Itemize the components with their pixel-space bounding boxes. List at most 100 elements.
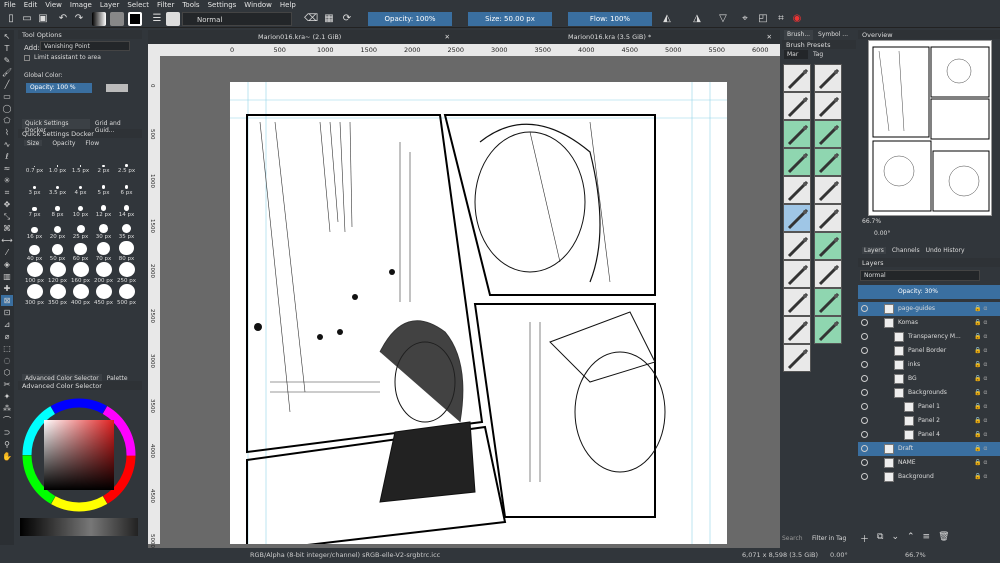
polyline-tool-icon[interactable]: ⌇	[1, 127, 13, 138]
tab-quick-settings[interactable]: Quick Settings Docker	[22, 119, 90, 134]
visibility-eye-icon[interactable]	[861, 445, 868, 452]
brush-size-preset[interactable]: 50 px	[47, 240, 68, 262]
brush-preset-tile[interactable]	[783, 92, 811, 120]
redo-icon[interactable]: ↷	[72, 12, 86, 26]
eraser-mode-icon[interactable]: ⌫	[304, 12, 318, 26]
overview-thumbnail[interactable]	[868, 40, 992, 216]
menu-item-file[interactable]: File	[4, 1, 16, 9]
tab-undo-history[interactable]: Undo History	[926, 247, 965, 254]
brush-size-preset[interactable]: 350 px	[47, 284, 68, 306]
gradient-tool-icon[interactable]: ▥	[1, 271, 13, 282]
gradient-swatch[interactable]	[92, 12, 106, 26]
brush-size-preset[interactable]: 2 px	[93, 152, 114, 174]
brush-size-preset[interactable]: 30 px	[93, 218, 114, 240]
freehand-select-icon[interactable]: ✂	[1, 379, 13, 390]
menu-item-view[interactable]: View	[45, 1, 62, 9]
brush-size-preset[interactable]: 14 px	[116, 196, 137, 218]
rectangle-tool-icon[interactable]: ▭	[1, 91, 13, 102]
opacity-slider[interactable]: Opacity: 100%	[368, 12, 452, 26]
mirror-vertical-icon[interactable]: ◮	[690, 12, 704, 26]
layer-row[interactable]: Panel Border 🔒 α	[858, 344, 1000, 358]
visibility-eye-icon[interactable]	[861, 403, 868, 410]
select-shapes-icon[interactable]: ↖	[1, 31, 13, 42]
brush-search-input[interactable]: Search	[782, 535, 803, 542]
menu-item-tools[interactable]: Tools	[182, 1, 199, 9]
color-swatch-icon[interactable]	[128, 12, 142, 26]
wrap-around-icon[interactable]: ▽	[716, 12, 730, 26]
line-tool-icon[interactable]: ╱	[1, 79, 13, 90]
menu-item-settings[interactable]: Settings	[208, 1, 237, 9]
crop-icon[interactable]: ⌗	[774, 12, 788, 26]
brush-size-preset[interactable]: 80 px	[116, 240, 137, 262]
rect-select-icon[interactable]: ⬚	[1, 343, 13, 354]
visibility-eye-icon[interactable]	[861, 417, 868, 424]
brush-preset-tile[interactable]	[783, 288, 811, 316]
eyedropper-icon[interactable]: ⌀	[1, 331, 13, 342]
layer-lock-icon[interactable]: 🔒 α	[974, 375, 994, 383]
layer-row[interactable]: Panel 2 🔒 α	[858, 414, 1000, 428]
duplicate-layer-icon[interactable]: ⧉	[877, 532, 883, 544]
assistant-type-select[interactable]: Vanishing Point	[40, 41, 130, 51]
brush-tool-icon[interactable]: 🖌	[1, 67, 13, 78]
new-document-icon[interactable]: ▯	[4, 12, 18, 26]
visibility-eye-icon[interactable]	[861, 375, 868, 382]
visibility-eye-icon[interactable]	[861, 459, 868, 466]
zoom-tool-icon[interactable]: ⚲	[1, 439, 13, 450]
brush-size-preset[interactable]: 6 px	[116, 174, 137, 196]
transform-tool-icon[interactable]: ⤡	[1, 211, 13, 222]
menu-item-help[interactable]: Help	[280, 1, 296, 9]
brush-preset-icon[interactable]	[166, 12, 180, 26]
brush-preset-tile[interactable]	[783, 64, 811, 92]
visibility-eye-icon[interactable]	[861, 473, 868, 480]
canvas-rotation[interactable]: 0.00°	[830, 548, 848, 563]
layer-row[interactable]: Transparency M... 🔒 α	[858, 330, 1000, 344]
visibility-eye-icon[interactable]	[861, 319, 868, 326]
preserve-alpha-icon[interactable]: ▦	[322, 12, 336, 26]
similar-select-icon[interactable]: ⁂	[1, 403, 13, 414]
overview-zoom[interactable]: 66.7%	[862, 218, 881, 225]
brush-size-preset[interactable]: 70 px	[93, 240, 114, 262]
brush-preset-tile[interactable]	[814, 288, 842, 316]
brush-preset-tile[interactable]	[783, 176, 811, 204]
layer-row[interactable]: Background 🔒 α	[858, 470, 1000, 484]
brush-preset-tile[interactable]	[814, 64, 842, 92]
menu-item-image[interactable]: Image	[70, 1, 92, 9]
brush-size-preset[interactable]: 2.5 px	[116, 152, 137, 174]
edit-brush-settings-icon[interactable]: ☰	[150, 12, 164, 26]
layer-row[interactable]: Panel 1 🔒 α	[858, 400, 1000, 414]
layer-lock-icon[interactable]: 🔒 α	[974, 333, 994, 341]
layer-row[interactable]: NAME 🔒 α	[858, 456, 1000, 470]
layer-lock-icon[interactable]: 🔒 α	[974, 459, 994, 467]
brush-size-preset[interactable]: 16 px	[24, 218, 45, 240]
brush-preset-tile[interactable]	[814, 120, 842, 148]
close-icon[interactable]: ✕	[767, 30, 772, 44]
brush-preset-tile[interactable]	[783, 316, 811, 344]
layer-lock-icon[interactable]: 🔒 α	[974, 319, 994, 327]
brush-size-preset[interactable]: 8 px	[47, 196, 68, 218]
tab-document-2[interactable]: Marion016.kra (3.5 GiB) * ✕	[458, 30, 780, 44]
assistant-tool-icon[interactable]: ⊠	[1, 295, 13, 306]
menu-item-edit[interactable]: Edit	[24, 1, 38, 9]
open-document-icon[interactable]: ▭	[20, 12, 34, 26]
visibility-eye-icon[interactable]	[861, 305, 868, 312]
tab-layers[interactable]: Layers	[862, 247, 886, 254]
ellipse-tool-icon[interactable]: ◯	[1, 103, 13, 114]
undo-icon[interactable]: ↶	[56, 12, 70, 26]
visibility-eye-icon[interactable]	[861, 347, 868, 354]
brush-size-preset[interactable]: 300 px	[24, 284, 45, 306]
layer-row[interactable]: Panel 4 🔒 α	[858, 428, 1000, 442]
brush-size-preset[interactable]: 0.7 px	[24, 152, 45, 174]
smart-patch-icon[interactable]: ✚	[1, 283, 13, 294]
brush-size-preset[interactable]: 450 px	[93, 284, 114, 306]
brush-preset-tile[interactable]	[783, 204, 811, 232]
reference-tool-icon[interactable]: ⊡	[1, 307, 13, 318]
close-icon[interactable]: ✕	[445, 30, 450, 44]
brush-size-preset[interactable]: 400 px	[70, 284, 91, 306]
brush-size-preset[interactable]: 1.0 px	[47, 152, 68, 174]
brush-size-preset[interactable]: 500 px	[116, 284, 137, 306]
layer-row[interactable]: inks 🔒 α	[858, 358, 1000, 372]
tab-document-1[interactable]: Marion016.kra~ (2.1 GiB) ✕	[148, 30, 458, 44]
brush-size-preset[interactable]: 35 px	[116, 218, 137, 240]
polygon-tool-icon[interactable]: ⬠	[1, 115, 13, 126]
pan-tool-icon[interactable]: ✋	[1, 451, 13, 462]
